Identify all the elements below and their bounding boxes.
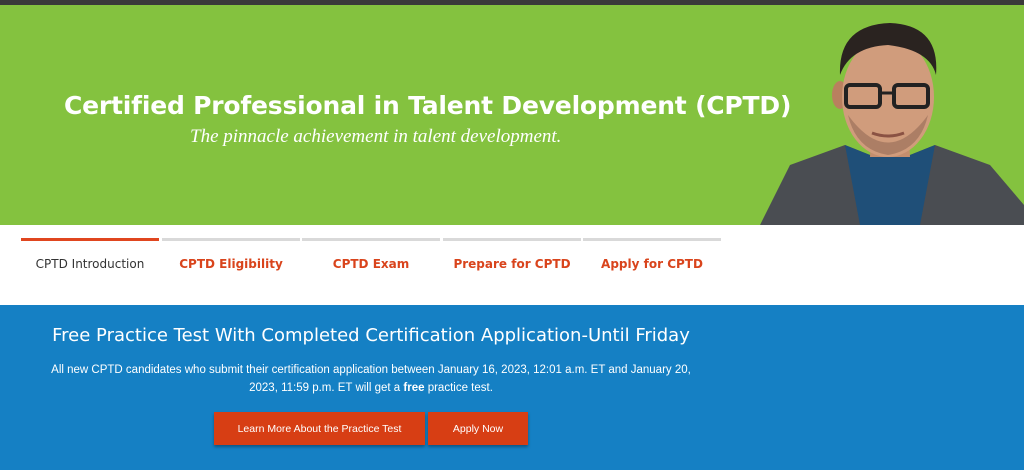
promo-banner: Free Practice Test With Completed Certif… xyxy=(0,305,1024,470)
promo-text-emphasis: free xyxy=(403,382,425,394)
page-title: Certified Professional in Talent Develop… xyxy=(64,91,792,120)
apply-now-button[interactable]: Apply Now xyxy=(428,412,528,445)
tab-label: CPTD Exam xyxy=(332,257,410,271)
tab-label: Apply for CPTD xyxy=(601,257,703,271)
portrait-image xyxy=(760,23,1024,225)
section-tabs: CPTD Introduction CPTD Eligibility CPTD … xyxy=(0,225,1024,305)
tab-label: CPTD Introduction xyxy=(35,257,145,271)
tab-prepare-for-cptd[interactable]: Prepare for CPTD xyxy=(443,238,581,294)
tab-cptd-introduction[interactable]: CPTD Introduction xyxy=(21,238,159,294)
promo-description: All new CPTD candidates who submit their… xyxy=(44,361,698,397)
tab-apply-for-cptd[interactable]: Apply for CPTD xyxy=(583,238,721,294)
hero-banner: Certified Professional in Talent Develop… xyxy=(0,5,1024,225)
promo-title: Free Practice Test With Completed Certif… xyxy=(52,325,690,346)
promo-text-start: All new CPTD candidates who submit their… xyxy=(51,364,691,394)
tab-label: Prepare for CPTD xyxy=(453,257,571,271)
learn-more-button[interactable]: Learn More About the Practice Test xyxy=(214,412,425,445)
tab-cptd-exam[interactable]: CPTD Exam xyxy=(302,238,440,294)
page-subtitle: The pinnacle achievement in talent devel… xyxy=(190,126,562,147)
tab-cptd-eligibility[interactable]: CPTD Eligibility xyxy=(162,238,300,294)
tab-label: CPTD Eligibility xyxy=(179,257,283,271)
promo-text-end: practice test. xyxy=(424,382,493,394)
